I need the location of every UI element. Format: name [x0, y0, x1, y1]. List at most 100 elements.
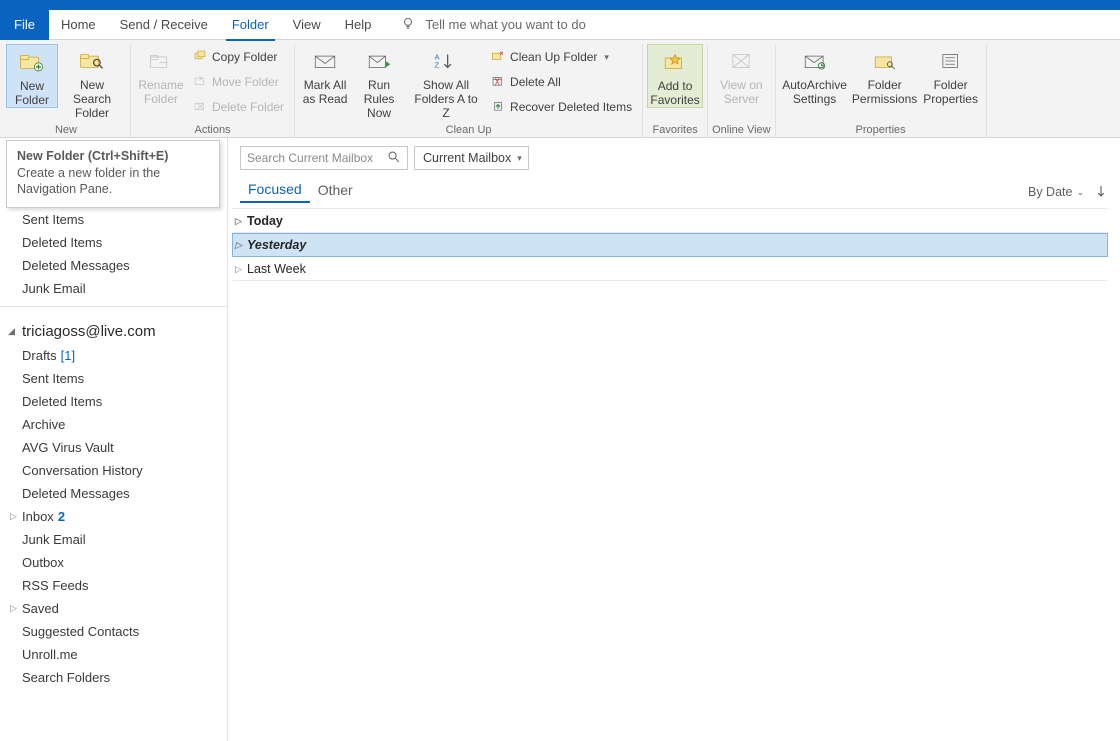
cleanup-folder-label: Clean Up Folder: [510, 50, 597, 64]
nav-list: Sent Items Deleted Items Deleted Message…: [0, 138, 227, 689]
nav-drafts[interactable]: Drafts [1]: [0, 344, 227, 367]
tab-help[interactable]: Help: [333, 10, 384, 40]
permissions-icon: [872, 48, 898, 74]
group-properties: AutoArchive Settings Folder Permissions …: [776, 44, 987, 138]
search-icon[interactable]: [387, 150, 401, 167]
run-rules-icon: [366, 48, 392, 74]
new-search-folder-button[interactable]: New Search Folder: [58, 44, 126, 120]
properties-icon: [938, 48, 964, 74]
chevron-down-icon: ▾: [604, 52, 609, 63]
group-new: New Folder New Search Folder New: [2, 44, 131, 138]
autoarchive-l1: AutoArchive: [782, 78, 847, 92]
nav-outbox[interactable]: Outbox: [0, 551, 227, 574]
sort-direction-icon[interactable]: [1094, 184, 1108, 201]
sort-label: By Date: [1028, 185, 1072, 199]
nav-deleted-items[interactable]: Deleted Items: [0, 231, 227, 254]
recover-label: Recover Deleted Items: [510, 100, 632, 114]
run-rules-button[interactable]: Run Rules Now: [351, 44, 407, 120]
cleanup-folder-icon: [491, 49, 505, 66]
new-folder-label2: Folder: [15, 93, 49, 107]
sort-az-icon: AZ: [433, 48, 459, 74]
nav-junk-email-2[interactable]: Junk Email: [0, 528, 227, 551]
run-rules-l1: Run Rules: [353, 78, 405, 106]
tab-file[interactable]: File: [0, 10, 49, 40]
rename-folder-icon: [148, 48, 174, 74]
autoarchive-icon: [802, 48, 828, 74]
tell-me-label: Tell me what you want to do: [425, 17, 585, 32]
tab-focused[interactable]: Focused: [240, 181, 310, 203]
tell-me-search[interactable]: Tell me what you want to do: [401, 16, 585, 33]
group-yesterday[interactable]: Yesterday: [232, 233, 1108, 257]
tab-send-receive[interactable]: Send / Receive: [108, 10, 220, 40]
rename-folder-button[interactable]: Rename Folder: [135, 44, 187, 106]
new-search-folder-label2: Folder: [75, 106, 109, 120]
nav-archive[interactable]: Archive: [0, 413, 227, 436]
group-actions: Rename Folder Copy Folder Move Folder De…: [131, 44, 295, 138]
autoarchive-l2: Settings: [793, 92, 836, 106]
props-l1: Folder: [934, 78, 968, 92]
group-today-label: Today: [247, 214, 283, 228]
search-input[interactable]: Search Current Mailbox: [240, 146, 408, 170]
nav-junk-email[interactable]: Junk Email: [0, 277, 227, 300]
mark-read-l1: Mark All: [304, 78, 347, 92]
show-all-folders-button[interactable]: AZ Show All Folders A to Z: [407, 44, 485, 120]
recover-icon: [491, 99, 505, 116]
nav-account[interactable]: triciagoss@live.com: [0, 313, 227, 344]
addfav-l1: Add to: [658, 79, 693, 93]
group-properties-label: Properties: [856, 124, 906, 138]
cleanup-folder-button[interactable]: Clean Up Folder ▾: [487, 46, 636, 68]
new-folder-label1: New: [20, 79, 44, 93]
group-cleanup-label: Clean Up: [446, 124, 492, 138]
tab-home[interactable]: Home: [49, 10, 108, 40]
nav-inbox[interactable]: Inbox 2: [0, 505, 227, 528]
autoarchive-button[interactable]: AutoArchive Settings: [780, 44, 850, 106]
folder-properties-button[interactable]: Folder Properties: [920, 44, 982, 106]
tab-view[interactable]: View: [281, 10, 333, 40]
new-folder-button[interactable]: New Folder: [6, 44, 58, 108]
message-groups: Today Yesterday Last Week: [232, 208, 1108, 281]
nav-deleted-messages[interactable]: Deleted Messages: [0, 254, 227, 277]
nav-conversation-history[interactable]: Conversation History: [0, 459, 227, 482]
delete-all-button[interactable]: Delete All: [487, 71, 636, 93]
sort-by-date[interactable]: By Date ⌄: [1028, 185, 1084, 199]
search-scope-select[interactable]: Current Mailbox ▾: [414, 146, 529, 170]
nav-suggested-contacts[interactable]: Suggested Contacts: [0, 620, 227, 643]
tab-other[interactable]: Other: [310, 182, 361, 202]
delete-all-label: Delete All: [510, 75, 561, 89]
nav-inbox-label: Inbox: [22, 509, 54, 524]
nav-sent-items-2[interactable]: Sent Items: [0, 367, 227, 390]
chevron-down-icon: ⌄: [1076, 187, 1084, 198]
nav-unroll-me[interactable]: Unroll.me: [0, 643, 227, 666]
search-placeholder: Search Current Mailbox: [247, 151, 373, 165]
svg-text:Z: Z: [435, 61, 440, 70]
new-search-folder-label1: New Search: [60, 78, 124, 106]
copy-folder-button[interactable]: Copy Folder: [189, 46, 288, 68]
move-folder-button[interactable]: Move Folder: [189, 71, 288, 93]
nav-deleted-items-2[interactable]: Deleted Items: [0, 390, 227, 413]
search-scope-label: Current Mailbox: [423, 151, 511, 165]
tooltip-title: New Folder (Ctrl+Shift+E): [17, 149, 209, 163]
copy-folder-icon: [193, 49, 207, 66]
group-today[interactable]: Today: [232, 209, 1108, 233]
showall-l2: Folders A to Z: [409, 92, 483, 120]
nav-sent-items[interactable]: Sent Items: [0, 208, 227, 231]
add-to-favorites-button[interactable]: Add to Favorites: [647, 44, 703, 108]
folder-permissions-button[interactable]: Folder Permissions: [850, 44, 920, 106]
addfav-l2: Favorites: [650, 93, 699, 107]
nav-saved[interactable]: Saved: [0, 597, 227, 620]
mark-all-read-button[interactable]: Mark All as Read: [299, 44, 351, 106]
view-on-server-button[interactable]: View on Server: [715, 44, 767, 106]
move-folder-icon: [193, 74, 207, 91]
tab-folder[interactable]: Folder: [220, 10, 281, 40]
recover-deleted-button[interactable]: Recover Deleted Items: [487, 96, 636, 118]
nav-search-folders[interactable]: Search Folders: [0, 666, 227, 689]
group-cleanup: Mark All as Read Run Rules Now AZ Show A…: [295, 44, 643, 138]
nav-deleted-messages-2[interactable]: Deleted Messages: [0, 482, 227, 505]
nav-avg-vault[interactable]: AVG Virus Vault: [0, 436, 227, 459]
mark-read-l2: as Read: [303, 92, 348, 106]
nav-rss-feeds[interactable]: RSS Feeds: [0, 574, 227, 597]
main-area: New Folder (Ctrl+Shift+E) Create a new f…: [0, 138, 1120, 741]
group-last-week[interactable]: Last Week: [232, 257, 1108, 281]
group-online-label: Online View: [712, 124, 771, 138]
delete-folder-button[interactable]: Delete Folder: [189, 96, 288, 118]
